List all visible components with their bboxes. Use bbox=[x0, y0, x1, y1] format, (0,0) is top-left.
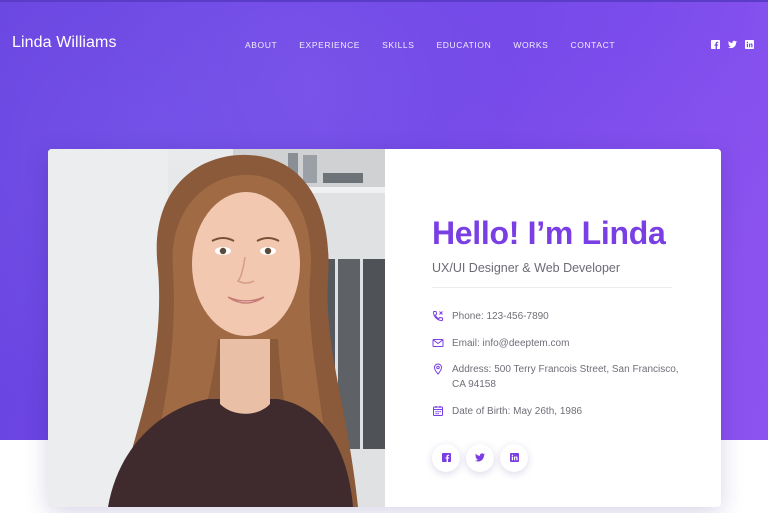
dob-row: Date of Birth: May 26th, 1986 bbox=[432, 404, 687, 419]
profile-greeting: Hello! I’m Linda bbox=[432, 215, 666, 251]
calendar-icon bbox=[432, 405, 444, 417]
twitter-icon[interactable] bbox=[728, 40, 737, 49]
location-pin-icon bbox=[432, 363, 444, 375]
facebook-icon[interactable] bbox=[711, 40, 720, 49]
profile-info: Hello! I’m Linda UX/UI Designer & Web De… bbox=[385, 149, 721, 507]
nav-about[interactable]: ABOUT bbox=[245, 40, 277, 50]
twitter-icon bbox=[475, 449, 485, 467]
nav-skills[interactable]: SKILLS bbox=[382, 40, 414, 50]
address-row: Address: 500 Terry Francois Street, San … bbox=[432, 362, 687, 392]
main-nav: ABOUT EXPERIENCE SKILLS EDUCATION WORKS … bbox=[245, 40, 637, 50]
profile-role: UX/UI Designer & Web Developer bbox=[432, 261, 621, 275]
profile-photo bbox=[48, 149, 385, 507]
linkedin-icon[interactable] bbox=[745, 40, 754, 49]
site-brand[interactable]: Linda Williams bbox=[12, 34, 117, 52]
nav-experience[interactable]: EXPERIENCE bbox=[299, 40, 360, 50]
profile-card: Hello! I’m Linda UX/UI Designer & Web De… bbox=[48, 149, 721, 507]
phone-icon bbox=[432, 310, 444, 322]
address-text: Address: 500 Terry Francois Street, San … bbox=[452, 364, 679, 390]
facebook-icon bbox=[441, 449, 451, 467]
nav-education[interactable]: EDUCATION bbox=[437, 40, 492, 50]
nav-contact[interactable]: CONTACT bbox=[570, 40, 615, 50]
phone-text: Phone: 123-456-7890 bbox=[452, 311, 549, 322]
email-row: Email: info@deeptem.com bbox=[432, 336, 687, 351]
facebook-button[interactable] bbox=[432, 444, 460, 472]
nav-works[interactable]: WORKS bbox=[513, 40, 548, 50]
profile-social-links bbox=[432, 444, 528, 472]
info-divider bbox=[432, 287, 672, 288]
linkedin-button[interactable] bbox=[500, 444, 528, 472]
twitter-button[interactable] bbox=[466, 444, 494, 472]
dob-text: Date of Birth: May 26th, 1986 bbox=[452, 406, 583, 417]
email-text[interactable]: Email: info@deeptem.com bbox=[452, 336, 687, 351]
top-border bbox=[0, 0, 768, 2]
header-social-links bbox=[711, 40, 754, 49]
phone-row: Phone: 123-456-7890 bbox=[432, 309, 687, 324]
mail-icon bbox=[432, 337, 444, 349]
linkedin-icon bbox=[509, 449, 519, 467]
